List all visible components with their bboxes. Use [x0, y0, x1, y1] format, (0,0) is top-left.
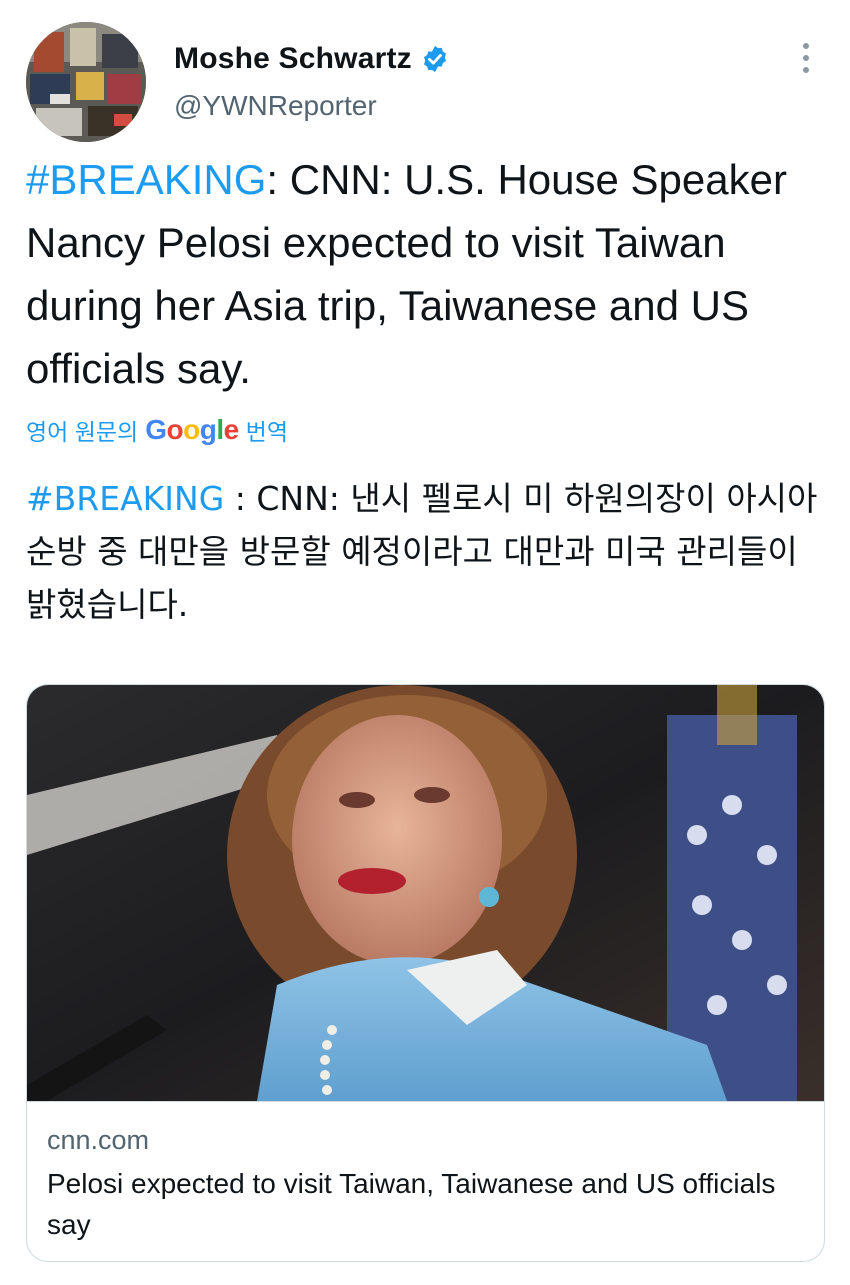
card-divider — [27, 1101, 824, 1102]
name-row: Moshe Schwartz — [174, 38, 450, 80]
user-info: Moshe Schwartz @YWNReporter — [174, 38, 450, 122]
google-logo: Google — [145, 414, 239, 445]
avatar[interactable] — [26, 22, 146, 142]
link-preview-card[interactable]: cnn.com Pelosi expected to visit Taiwan,… — [26, 684, 825, 1262]
verified-badge-icon — [420, 44, 450, 74]
avatar-photo — [26, 22, 146, 142]
display-name[interactable]: Moshe Schwartz — [174, 42, 412, 76]
translate-link[interactable]: 영어 원문의 Google 번역 — [26, 413, 288, 447]
link-preview-image — [27, 685, 824, 1101]
link-preview-photo — [27, 685, 824, 1101]
hashtag-link[interactable]: #BREAKING — [26, 156, 266, 203]
user-handle[interactable]: @YWNReporter — [174, 90, 450, 122]
translate-label-suffix: 번역 — [245, 419, 288, 445]
translated-hashtag-link[interactable]: #BREAKING — [26, 479, 224, 518]
card-domain: cnn.com — [47, 1125, 150, 1155]
card-title: Pelosi expected to visit Taiwan, Taiwane… — [47, 1168, 776, 1240]
tweet-text: #BREAKING: CNN: U.S. House Speaker Nancy… — [26, 148, 826, 400]
more-vertical-icon[interactable] — [790, 38, 822, 82]
translate-label-prefix: 영어 원문의 — [26, 419, 139, 445]
translated-text: #BREAKING : CNN: 낸시 펠로시 미 하원의장이 아시아 순방 중… — [26, 472, 836, 631]
tweet: Moshe Schwartz @YWNReporter #BREAKING: C… — [0, 0, 850, 1285]
